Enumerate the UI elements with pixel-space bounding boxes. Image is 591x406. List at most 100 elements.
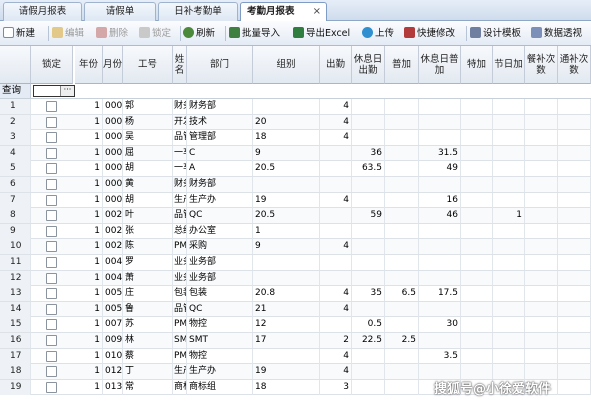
export-excel-button[interactable]: 导出Excel xyxy=(293,25,350,42)
month-cell[interactable]: 00783 xyxy=(103,317,123,333)
meal-allowance-cell[interactable] xyxy=(525,145,558,161)
department-cell[interactable]: 生产办 xyxy=(187,192,253,208)
column-header-attendance[interactable]: 出勤 xyxy=(320,46,352,84)
group-cell[interactable]: 18 xyxy=(253,379,320,395)
attendance-cell[interactable] xyxy=(320,161,352,177)
upload-button[interactable]: 上传 xyxy=(362,25,394,42)
meal-allowance-cell[interactable] xyxy=(525,130,558,146)
rest-day-attendance-cell[interactable] xyxy=(352,379,385,395)
transport-allowance-cell[interactable] xyxy=(558,130,591,146)
group-cell[interactable]: 17 xyxy=(253,333,320,348)
year-cell[interactable]: 1 xyxy=(75,348,103,364)
rest-day-attendance-cell[interactable] xyxy=(352,223,385,239)
month-cell[interactable]: 00042 xyxy=(103,145,123,161)
holiday-overtime-cell[interactable] xyxy=(493,223,525,239)
rest-day-overtime-cell[interactable]: 30 xyxy=(419,317,461,333)
table-row[interactable]: 4 100042屈一车间C9 36 31.5 xyxy=(0,145,591,162)
tab-attendance-monthly-report[interactable]: 考勤月报表 × xyxy=(240,2,327,22)
lock-checkbox[interactable] xyxy=(46,163,57,175)
column-header-meal-allowance-count[interactable]: 餐补次数 xyxy=(525,46,558,84)
meal-allowance-cell[interactable] xyxy=(525,270,558,286)
holiday-overtime-cell[interactable]: 1 xyxy=(493,208,525,224)
new-button[interactable]: 新建 xyxy=(3,25,35,42)
department-cell[interactable]: 生产办 xyxy=(187,364,253,380)
attendance-cell[interactable]: 4 xyxy=(320,364,352,380)
rest-day-attendance-cell[interactable]: 35 xyxy=(352,286,385,302)
group-cell[interactable]: 20.5 xyxy=(253,208,320,224)
attendance-cell[interactable] xyxy=(320,270,352,286)
department-cell[interactable]: 物控 xyxy=(187,317,253,333)
year-cell[interactable]: 1 xyxy=(75,333,103,348)
year-cell[interactable]: 1 xyxy=(75,317,103,333)
lock-checkbox[interactable] xyxy=(46,225,57,237)
meal-allowance-cell[interactable] xyxy=(525,317,558,333)
lock-checkbox[interactable] xyxy=(46,194,57,206)
year-cell[interactable]: 1 xyxy=(75,99,103,114)
group-cell[interactable]: 20 xyxy=(253,114,320,130)
meal-allowance-cell[interactable] xyxy=(525,301,558,317)
group-cell[interactable]: 9 xyxy=(253,239,320,255)
year-cell[interactable]: 1 xyxy=(75,364,103,380)
rest-day-overtime-cell[interactable] xyxy=(419,99,461,114)
name-cell[interactable]: 生产管理部 xyxy=(173,364,187,380)
holiday-overtime-cell[interactable] xyxy=(493,114,525,130)
department-cell[interactable]: 业务部 xyxy=(187,270,253,286)
table-row[interactable]: 1100009郭财务部财务部4 xyxy=(0,99,591,115)
lock-checkbox[interactable] xyxy=(46,179,57,190)
holiday-overtime-cell[interactable] xyxy=(493,270,525,286)
name-cell[interactable]: 一车间 xyxy=(173,145,187,161)
table-row[interactable]: 13 100520庄包装车间包装20.84356.517.5 xyxy=(0,286,591,302)
special-overtime-cell[interactable] xyxy=(461,145,493,161)
employee-id-cell[interactable]: 屈 xyxy=(123,145,173,161)
department-cell[interactable]: 财务部 xyxy=(187,99,253,114)
tab-leave-monthly-report[interactable]: 请假月报表 xyxy=(3,2,82,21)
group-cell[interactable] xyxy=(253,177,320,192)
department-cell[interactable]: 财务部 xyxy=(187,177,253,192)
group-cell[interactable]: 19 xyxy=(253,192,320,208)
employee-id-cell[interactable]: 杨 xyxy=(123,114,173,130)
name-cell[interactable]: 品管部 xyxy=(173,208,187,224)
lock-checkbox[interactable] xyxy=(46,210,57,222)
transport-allowance-cell[interactable] xyxy=(558,379,591,395)
attendance-cell[interactable]: 4 xyxy=(320,130,352,146)
design-template-button[interactable]: 设计模板 xyxy=(470,25,521,42)
meal-allowance-cell[interactable] xyxy=(525,223,558,239)
department-cell[interactable]: 包装 xyxy=(187,286,253,302)
holiday-overtime-cell[interactable] xyxy=(493,286,525,302)
holiday-overtime-cell[interactable] xyxy=(493,161,525,177)
attendance-cell[interactable]: 3 xyxy=(320,379,352,395)
regular-overtime-cell[interactable] xyxy=(385,114,419,130)
table-row[interactable]: 8100202叶品管部QC20.559461 xyxy=(0,208,591,224)
employee-id-cell[interactable]: 叶 xyxy=(123,208,173,224)
table-row[interactable]: 12 100458萧业务部业务部 xyxy=(0,270,591,287)
attendance-cell[interactable]: 4 xyxy=(320,114,352,130)
transport-allowance-cell[interactable] xyxy=(558,317,591,333)
month-cell[interactable]: 00458 xyxy=(103,270,123,286)
special-overtime-cell[interactable] xyxy=(461,255,493,270)
month-cell[interactable]: 00271 xyxy=(103,239,123,255)
lock-button[interactable]: 锁定 xyxy=(139,25,171,42)
lock-checkbox[interactable] xyxy=(46,272,57,284)
month-cell[interactable]: 00090 xyxy=(103,177,123,192)
attendance-cell[interactable]: 4 xyxy=(320,239,352,255)
regular-overtime-cell[interactable] xyxy=(385,239,419,255)
rest-day-overtime-cell[interactable] xyxy=(419,255,461,270)
transport-allowance-cell[interactable] xyxy=(558,286,591,302)
delete-button[interactable]: 删除 xyxy=(96,25,128,42)
attendance-cell[interactable]: 4 xyxy=(320,192,352,208)
column-header-special-overtime[interactable]: 特加 xyxy=(461,46,493,84)
meal-allowance-cell[interactable] xyxy=(525,348,558,364)
holiday-overtime-cell[interactable] xyxy=(493,348,525,364)
regular-overtime-cell[interactable]: 6.5 xyxy=(385,286,419,302)
attendance-cell[interactable]: 4 xyxy=(320,348,352,364)
special-overtime-cell[interactable] xyxy=(461,208,493,224)
rest-day-overtime-cell[interactable] xyxy=(419,301,461,317)
meal-allowance-cell[interactable] xyxy=(525,333,558,348)
transport-allowance-cell[interactable] xyxy=(558,145,591,161)
rest-day-attendance-cell[interactable] xyxy=(352,364,385,380)
special-overtime-cell[interactable] xyxy=(461,364,493,380)
rest-day-overtime-cell[interactable]: 31.5 xyxy=(419,145,461,161)
batch-import-button[interactable]: 批量导入 xyxy=(229,25,280,42)
month-cell[interactable]: 00009 xyxy=(103,99,123,114)
year-cell[interactable]: 1 xyxy=(75,255,103,270)
